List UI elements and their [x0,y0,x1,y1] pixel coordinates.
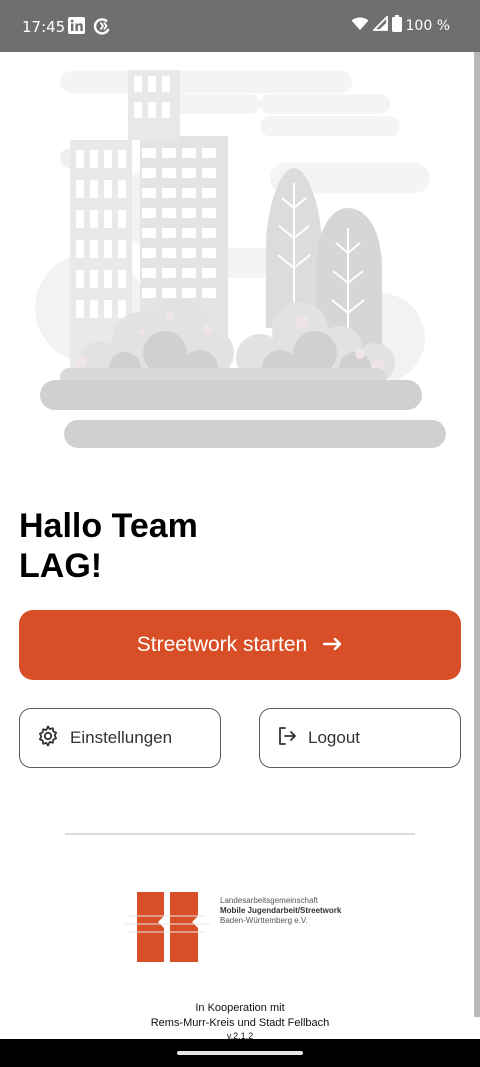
wifi-icon [351,16,369,35]
start-streetwork-label: Streetwork starten [136,633,308,656]
cellular-signal-icon [371,14,388,35]
city-illustration [30,68,450,458]
start-streetwork-button[interactable]: Streetwork starten [19,610,461,680]
logo-text-line-1: Landesarbeitsgemeinschaft [220,896,318,905]
footer-partners: Rems-Murr-Kreis und Stadt Fellbach [150,1017,330,1029]
logo-text-line-2: Mobile Jugendarbeit/Streetwork [220,906,342,915]
footer-cooperation: In Kooperation mit [195,1002,285,1014]
lag-logo-mark [124,892,210,962]
gear-icon [36,724,60,753]
arrow-right-icon [323,633,343,657]
status-time: 17:45 [22,18,66,36]
status-bar: 17:45 100 % [0,0,480,52]
settings-button[interactable]: Einstellungen [19,708,221,768]
scrollbar[interactable] [474,52,480,1017]
logout-icon [276,725,298,752]
home-gesture-handle[interactable] [177,1051,303,1055]
status-indicators: 100 % [351,14,450,36]
divider [65,833,415,835]
battery-percentage: 100 % [405,17,450,34]
battery-icon [391,15,402,36]
greeting-line-2: LAG! [19,547,103,585]
logo-text-line-3: Baden-Württemberg e.V. [220,916,308,925]
linkedin-icon [68,17,85,39]
greeting-title: Hallo Team LAG! [19,506,198,586]
system-navigation-bar [0,1039,480,1067]
settings-label: Einstellungen [70,728,173,747]
lag-logo: Landesarbeitsgemeinschaft Mobile Jugenda… [122,888,362,964]
logout-button[interactable]: Logout [259,708,461,768]
logout-label: Logout [308,728,360,747]
greeting-line-1: Hallo Team [19,507,198,545]
sync-icon [93,17,111,40]
